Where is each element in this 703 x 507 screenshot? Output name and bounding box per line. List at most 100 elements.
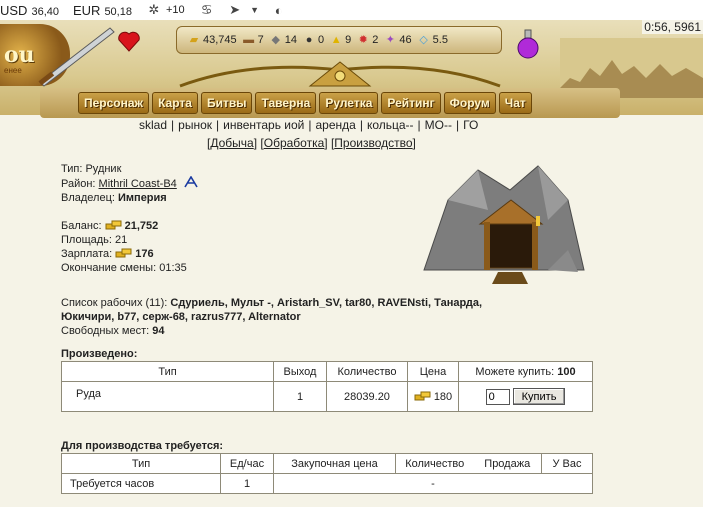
nav-item-battles[interactable]: Битвы — [200, 92, 253, 114]
temperature: +10 — [165, 4, 185, 16]
table-header-row: Тип Ед/час Закупочная цена Количество Пр… — [61, 453, 593, 474]
buy-quantity-input[interactable] — [485, 388, 510, 405]
table-row: Требуется часов 1 - — [61, 473, 593, 494]
resource-diamond: ◇ 5.5 — [417, 34, 448, 46]
produced-table: Тип Выход Количество Цена Можете купить:… — [61, 361, 593, 412]
crystal-icon: ✹ — [358, 34, 368, 46]
quick-link[interactable]: аренда — [316, 118, 356, 132]
mercury-icon: ✦ — [385, 34, 396, 46]
nav-item-forum[interactable]: Форум — [443, 92, 496, 114]
col-quantity: Количество — [395, 453, 474, 474]
col-type: Тип — [61, 361, 274, 382]
mine-shift-end: Окончание смены: 01:35 — [61, 262, 187, 274]
coal-icon: ● — [305, 34, 313, 46]
quick-link[interactable]: кольца-- — [367, 118, 414, 132]
health-heart-icon[interactable] — [116, 28, 142, 54]
ore-icon: ◆ — [271, 34, 281, 46]
nav-item-roulette[interactable]: Рулетка — [319, 92, 379, 114]
mine-salary: Зарплата: 176 — [61, 248, 154, 260]
nav-item-tavern[interactable]: Таверна — [255, 92, 317, 114]
map-marker-icon[interactable] — [184, 175, 198, 188]
table-row: Руда 1 28039.20 180 Купить — [61, 381, 593, 412]
produced-title: Произведено: — [61, 348, 138, 360]
col-you-have: У Вас — [541, 453, 593, 474]
wood-icon: ▬ — [243, 34, 255, 46]
nav-item-chat[interactable]: Чат — [498, 92, 532, 114]
cell-quantity: 28039.20 — [326, 381, 408, 412]
sun-icon: ✲ — [148, 2, 160, 17]
region-link[interactable]: Mithril Coast-B4 — [99, 178, 177, 190]
cell-type: Требуется часов — [61, 473, 221, 494]
table-header-row: Тип Выход Количество Цена Можете купить:… — [61, 361, 593, 382]
resource-ore: ◆ 14 — [269, 34, 297, 46]
col-per-hour: Ед/час — [220, 453, 274, 474]
quick-link[interactable]: МО-- — [425, 118, 452, 132]
gold-icon — [105, 220, 122, 230]
quick-link[interactable]: инвентарь иой — [223, 118, 304, 132]
quick-links: sklad | рынок | инвентарь иой | аренда | кольца-… — [139, 118, 479, 132]
resource-crystal: ✹ 2 — [356, 34, 379, 46]
col-quantity: Количество — [326, 361, 408, 382]
col-price: Цена — [407, 361, 459, 382]
nav-item-rating[interactable]: Рейтинг — [381, 92, 441, 114]
main-nav: Персонаж Карта Битвы Таверна Рулетка Рей… — [78, 92, 535, 114]
cell-per-hour: 1 — [220, 473, 274, 494]
mine-owner: Владелец: Империя — [61, 192, 167, 204]
mine-info: Тип: Рудник Район: Mithril Coast-B4 Влад… — [61, 162, 198, 275]
resource-mercury: ✦ 46 — [383, 34, 412, 46]
mine-illustration — [423, 165, 585, 284]
telegram-icon[interactable]: ➤ — [227, 2, 243, 18]
col-sale: Продажа — [473, 453, 542, 474]
server-time: 0:56, 5961 — [642, 20, 703, 34]
gold-icon — [414, 391, 431, 401]
tab-processing[interactable]: Обработка — [264, 136, 325, 150]
nav-item-character[interactable]: Персонаж — [78, 92, 150, 114]
cell-price: 180 — [407, 381, 459, 412]
gold-icon — [115, 248, 132, 258]
sulfur-icon: ▲ — [330, 34, 342, 46]
required-title: Для производства требуется: — [61, 440, 224, 452]
resource-coal: ● 0 — [302, 34, 324, 46]
col-can-buy: Можете купить: 100 — [458, 361, 593, 382]
resource-sulfur: ▲ 9 — [330, 34, 352, 46]
cell-type: Руда — [61, 381, 274, 412]
quick-link[interactable]: ГО — [463, 118, 478, 132]
nav-item-map[interactable]: Карта — [152, 92, 198, 114]
currency-usd: USD 36,40 — [0, 3, 59, 18]
col-output: Выход — [273, 361, 327, 382]
cancer-sign-icon[interactable]: ♋ — [199, 2, 215, 18]
currency-code: USD — [0, 2, 28, 18]
pacman-icon[interactable]: ◐ — [271, 2, 287, 18]
col-type: Тип — [61, 453, 221, 474]
mine-area: Площадь: 21 — [61, 234, 128, 246]
gold-icon: ▰ — [189, 34, 199, 46]
system-status-bar: USD 36,40 EUR 50,18 ✲ +10 ♋ ➤ ▼ ◐ — [0, 0, 703, 20]
resource-gold: ▰ 43,745 — [187, 34, 237, 46]
facility-tabs: [Добыча] [Обработка] [Производство] — [207, 136, 416, 150]
workers-list: Список рабочих (11): Сдуриель, Мульт -, … — [61, 297, 483, 337]
col-purchase-price: Закупочная цена — [273, 453, 396, 474]
currency-code: EUR — [72, 2, 101, 18]
currency-value: 50,18 — [104, 5, 132, 18]
quick-link[interactable]: рынок — [178, 118, 212, 132]
currency-eur: EUR 50,18 — [73, 3, 132, 18]
tab-production[interactable]: Производство — [334, 136, 412, 150]
tab-mining[interactable]: Добыча — [210, 136, 253, 150]
cell-buy: Купить — [458, 381, 593, 412]
mine-region: Район: Mithril Coast-B4 — [61, 175, 198, 191]
currency-value: 36,40 — [31, 5, 59, 18]
cell-output: 1 — [273, 381, 327, 412]
mine-balance: Баланс: 21,752 — [61, 220, 159, 232]
diamond-icon: ◇ — [419, 34, 428, 46]
cell-price: - — [273, 473, 593, 494]
required-table: Тип Ед/час Закупочная цена Количество Пр… — [61, 453, 593, 494]
chevron-down-icon[interactable]: ▼ — [247, 2, 263, 18]
resources-panel: ▰ 43,745 ▬ 7 ◆ 14 ● 0 ▲ 9 ✹ 2 ✦ 46 ◇ 5.5 — [176, 26, 502, 54]
mine-type: Тип: Рудник — [61, 163, 122, 175]
header-ornament — [179, 61, 501, 88]
sword-icon — [38, 27, 115, 87]
resource-wood: ▬ 7 — [243, 34, 264, 46]
quick-link[interactable]: sklad — [139, 118, 167, 132]
mana-potion-icon[interactable] — [515, 28, 541, 60]
buy-button[interactable]: Купить — [512, 388, 566, 405]
